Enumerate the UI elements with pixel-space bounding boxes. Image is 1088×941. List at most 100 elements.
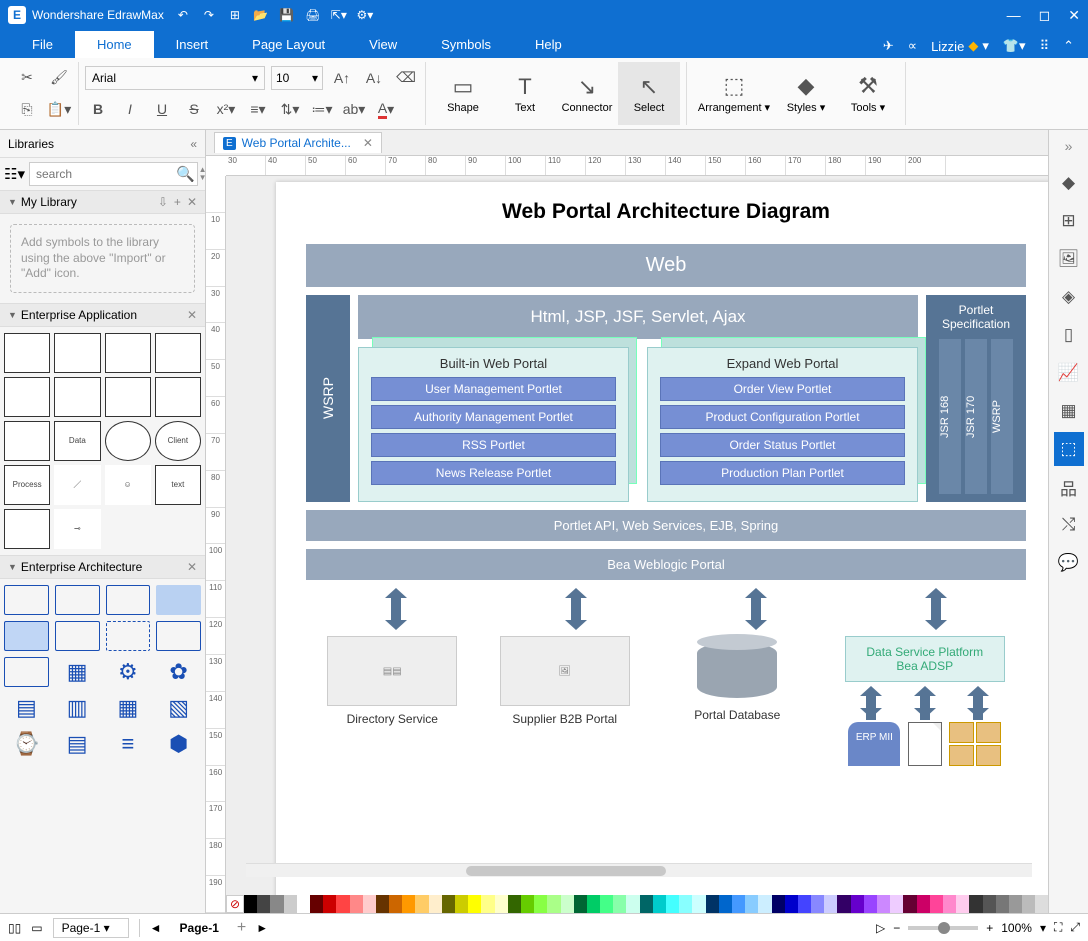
font-family-select[interactable]: Arial▾ [85,66,265,90]
shape-item[interactable] [106,585,151,615]
shape-item[interactable]: ⌚ [4,729,49,759]
fit-page-icon[interactable]: ⛶ [1054,920,1062,935]
save-icon[interactable]: 💾 [278,8,296,22]
presentation-icon[interactable]: ▷ [876,921,885,935]
tab-page-layout[interactable]: Page Layout [230,31,347,58]
shape-item[interactable]: ▤ [4,693,49,723]
color-swatch[interactable] [244,895,257,913]
color-swatch[interactable] [415,895,428,913]
shape-item[interactable]: ▧ [156,693,201,723]
color-swatch[interactable] [455,895,468,913]
color-swatch[interactable] [481,895,494,913]
close-tab-icon[interactable]: ✕ [363,136,373,150]
color-swatch[interactable] [297,895,310,913]
maximize-icon[interactable]: ◻ [1039,7,1051,24]
superscript-icon[interactable]: x²▾ [213,96,239,122]
zoom-slider[interactable] [908,926,978,930]
scrollbar-horizontal[interactable] [246,863,1032,877]
shape-item[interactable] [4,333,50,373]
color-swatch[interactable] [917,895,930,913]
color-swatch[interactable] [956,895,969,913]
shape-item[interactable]: ⬢ [156,729,201,759]
portlet-spec-box[interactable]: Portlet Specification JSR 168 JSR 170 WS… [926,295,1026,502]
expand-panel-icon[interactable]: » [1065,138,1073,162]
document-icon[interactable] [908,722,942,766]
options-icon[interactable]: ⚙▾ [356,8,374,22]
line-spacing-icon[interactable]: ⇅▾ [277,96,303,122]
color-swatch[interactable] [811,895,824,913]
shape-item[interactable]: ⚙ [106,657,151,687]
shape-item[interactable]: ／ [54,465,100,505]
color-swatch[interactable] [640,895,653,913]
shape-item[interactable] [4,509,50,549]
format-painter-icon[interactable]: 🖌 [46,65,72,91]
color-swatch[interactable] [785,895,798,913]
page-thumb-icon[interactable]: ▭ [31,921,42,935]
fill-icon[interactable]: ◆ [1054,166,1084,200]
shape-item[interactable] [105,333,151,373]
shape-item[interactable]: ≡ [106,729,151,759]
color-swatch[interactable] [284,895,297,913]
color-swatch[interactable] [772,895,785,913]
page-selector[interactable]: Page-1 ▾ [53,918,129,938]
underline-icon[interactable]: U [149,96,175,122]
shape-item[interactable] [105,377,151,417]
shape-item[interactable] [55,585,100,615]
shape-item[interactable] [54,377,100,417]
color-swatch[interactable] [903,895,916,913]
color-swatch[interactable] [402,895,415,913]
color-swatch[interactable] [851,895,864,913]
arrangement-button[interactable]: ⬚Arrangement ▾ [693,62,775,125]
shape-item[interactable] [105,421,151,461]
import-icon[interactable]: ⇩ [158,195,168,209]
share-icon[interactable]: ∝ [908,38,917,54]
collapse-panel-icon[interactable]: « [190,137,197,151]
color-swatch[interactable] [666,895,679,913]
color-swatch[interactable] [574,895,587,913]
zoom-level[interactable]: 100% [1001,921,1032,935]
arrow-icon[interactable] [925,588,947,630]
color-swatch[interactable] [653,895,666,913]
image-icon[interactable]: 🖼 [1054,242,1084,276]
color-swatch[interactable] [877,895,890,913]
case-icon[interactable]: ab▾ [341,96,367,122]
data-service-platform[interactable]: Data Service PlatformBea ADSP ERP MII [845,636,1005,766]
erp-box[interactable]: ERP MII [848,722,900,766]
table-icon[interactable]: ▦ [1054,394,1084,428]
shape-item[interactable] [4,421,50,461]
color-swatch[interactable] [310,895,323,913]
text-button[interactable]: TText [494,62,556,125]
shape-item[interactable] [156,621,201,651]
shuffle-icon[interactable]: ⤭ [1054,508,1084,542]
layers-icon[interactable]: ◈ [1054,280,1084,314]
apps-icon[interactable]: ⠿ [1040,38,1050,54]
color-swatch[interactable] [508,895,521,913]
search-icon[interactable]: 🔍 [176,165,195,183]
shape-item[interactable] [54,333,100,373]
add-page-icon[interactable]: + [237,919,246,937]
color-swatch[interactable] [679,895,692,913]
clear-format-icon[interactable]: ⌫ [393,65,419,91]
expand-portal[interactable]: Expand Web Portal Order View Portlet Pro… [647,347,918,502]
color-swatch[interactable] [1009,895,1022,913]
close-icon[interactable]: ✕ [1068,7,1080,24]
export-icon[interactable]: ⇱▾ [330,8,348,22]
close-section-icon[interactable]: ✕ [187,308,197,322]
styles-button[interactable]: ◆Styles ▾ [775,62,837,125]
strike-icon[interactable]: S [181,96,207,122]
arrow-icon[interactable] [565,588,587,630]
page-list-icon[interactable]: ▯▯ [8,921,21,935]
fullscreen-icon[interactable]: ⤢ [1070,920,1080,935]
color-swatch[interactable] [798,895,811,913]
shape-item[interactable]: ▤ [55,729,100,759]
color-swatch[interactable] [943,895,956,913]
tab-help[interactable]: Help [513,31,584,58]
add-icon[interactable]: + [174,195,181,209]
zoom-out-icon[interactable]: − [893,921,900,935]
user-menu[interactable]: Lizzie◆▾ [931,38,989,54]
new-icon[interactable]: ⊞ [226,8,244,22]
shape-item[interactable]: ▦ [106,693,151,723]
color-swatch[interactable] [429,895,442,913]
color-swatch[interactable] [864,895,877,913]
zoom-in-icon[interactable]: + [986,921,993,935]
